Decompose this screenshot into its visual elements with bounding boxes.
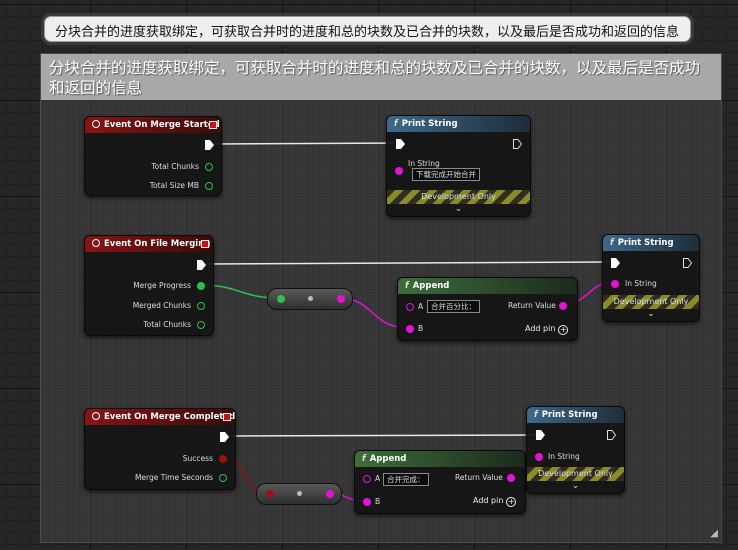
add-icon: + (506, 497, 517, 507)
total-chunks-pin[interactable] (197, 321, 205, 329)
conversion-node-1[interactable] (267, 288, 353, 310)
pin-label: Merged Chunks (132, 301, 191, 310)
chevron-down-icon[interactable]: ⌄ (603, 310, 699, 319)
node-title: Event On Merge Started (104, 120, 220, 130)
event-icon (92, 239, 100, 247)
a-pin[interactable] (363, 475, 371, 483)
in-string-label: In String (408, 159, 440, 168)
event-on-file-merging-node[interactable]: Event On File Merging Merge Progress Mer… (84, 235, 214, 336)
exec-in-pin[interactable] (396, 139, 405, 149)
event-on-merge-started-node[interactable]: Event On Merge Started Total Chunks Tota… (84, 116, 222, 196)
in-string-pin[interactable] (611, 280, 619, 288)
pin-label: Merge Time Seconds (134, 473, 213, 482)
exec-out-pin[interactable] (205, 140, 214, 150)
development-only-label: Development Only (421, 192, 496, 201)
conversion-dot-icon (296, 491, 302, 496)
function-icon: f (534, 410, 538, 420)
return-value-label: Return Value (455, 473, 503, 482)
event-icon (92, 412, 100, 420)
return-value-label: Return Value (508, 301, 556, 310)
pin-label: Success (182, 454, 213, 463)
a-input[interactable]: 合并百分比： (427, 300, 480, 313)
conversion-out-pin[interactable] (326, 490, 334, 498)
append-node-2[interactable]: f Append A 合并完成： Return Value B Add pin + (354, 450, 526, 514)
chevron-down-icon[interactable]: ⌄ (527, 482, 624, 491)
pin-label: Merge Progress (133, 281, 191, 290)
exec-out-pin[interactable] (513, 139, 522, 149)
a-label: A (375, 474, 381, 483)
merge-time-pin[interactable] (219, 474, 227, 482)
function-icon: f (610, 238, 614, 248)
chevron-down-icon[interactable]: ⌄ (387, 205, 530, 214)
function-icon: f (394, 119, 398, 129)
add-pin-button[interactable]: Add pin + (473, 496, 517, 507)
pin-label: Total Chunks (143, 320, 191, 329)
delegate-pin-icon[interactable] (201, 240, 209, 248)
conversion-out-pin[interactable] (337, 295, 345, 303)
exec-wire-2 (205, 261, 611, 265)
function-icon: f (362, 454, 366, 464)
merge-progress-pin[interactable] (197, 282, 205, 290)
exec-out-pin[interactable] (197, 260, 206, 270)
print-string-node-1[interactable]: f Print String In String 下载完成开始合并 Develop… (386, 115, 531, 217)
add-pin-button[interactable]: Add pin + (525, 324, 569, 335)
exec-out-pin[interactable] (607, 430, 616, 440)
add-pin-label: Add pin (473, 496, 504, 505)
node-title: Append (412, 281, 450, 291)
pin-label: Total Size MB (149, 181, 199, 190)
in-string-label: In String (625, 279, 657, 288)
development-only-label: Development Only (613, 297, 689, 306)
total-size-pin[interactable] (205, 182, 213, 190)
node-title: Print String (401, 119, 458, 129)
in-string-pin[interactable] (395, 167, 403, 175)
b-label: B (418, 324, 424, 333)
development-only-label: Development Only (538, 469, 613, 478)
success-pin[interactable] (219, 455, 227, 463)
event-on-merge-completed-node[interactable]: Event On Merge Completed Success Merge T… (84, 408, 236, 490)
merged-chunks-pin[interactable] (197, 302, 205, 310)
exec-in-pin[interactable] (536, 430, 545, 440)
exec-out-pin[interactable] (683, 258, 692, 268)
node-title: Print String (617, 238, 674, 248)
pin-label: Total Chunks (151, 162, 199, 171)
exec-wire-1 (213, 142, 395, 145)
delegate-pin-icon[interactable] (223, 413, 231, 421)
conversion-in-pin[interactable] (266, 490, 274, 498)
return-value-pin[interactable] (559, 302, 567, 310)
b-pin[interactable] (406, 325, 414, 333)
node-title: Event On Merge Completed (104, 412, 236, 422)
in-string-pin[interactable] (535, 453, 543, 461)
conversion-node-2[interactable] (256, 483, 342, 505)
delegate-pin-icon[interactable] (209, 121, 217, 129)
total-chunks-pin[interactable] (205, 163, 213, 171)
conversion-dot-icon (307, 296, 313, 301)
print-string-node-2[interactable]: f Print String In String Development Only… (602, 234, 700, 322)
b-label: B (375, 497, 381, 506)
in-string-input[interactable]: 下载完成开始合并 (412, 168, 480, 181)
node-title: Print String (541, 410, 598, 420)
exec-in-pin[interactable] (611, 258, 620, 268)
return-value-pin[interactable] (507, 474, 515, 482)
append-node-1[interactable]: f Append A 合并百分比： Return Value B Add pin + (397, 277, 578, 341)
event-icon (92, 120, 100, 128)
add-pin-label: Add pin (525, 324, 556, 333)
node-title: Append (369, 454, 407, 464)
print-string-node-3[interactable]: f Print String In String Development Only… (526, 406, 625, 494)
b-pin[interactable] (363, 498, 371, 506)
node-title: Event On File Merging (104, 239, 211, 249)
function-icon: f (405, 281, 409, 291)
a-input[interactable]: 合并完成： (383, 473, 429, 486)
in-string-label: In String (548, 452, 580, 461)
conversion-in-pin[interactable] (277, 295, 285, 303)
a-label: A (418, 302, 424, 311)
exec-out-pin[interactable] (220, 432, 229, 442)
exec-wire-3 (226, 434, 536, 437)
add-icon: + (558, 325, 569, 335)
a-pin[interactable] (406, 303, 414, 311)
